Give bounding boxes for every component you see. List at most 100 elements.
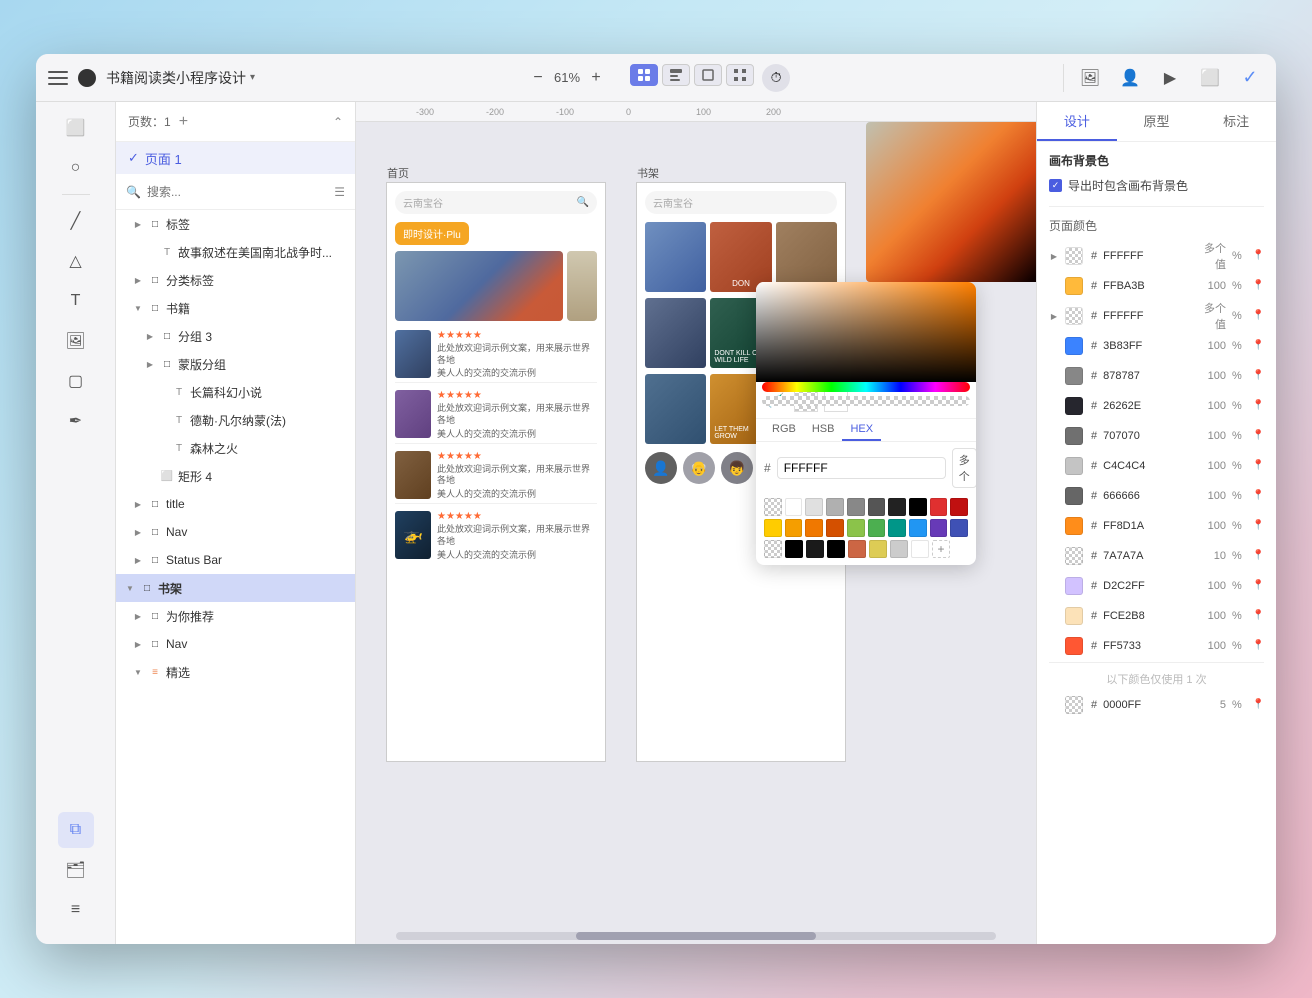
layer-item-statusbar[interactable]: ▶ □ Status Bar [116, 546, 355, 574]
swatch-vdgray[interactable] [888, 498, 906, 516]
swatch-b3[interactable] [827, 540, 845, 558]
swatch-purple[interactable] [930, 519, 948, 537]
pin-icon-6[interactable]: 📍 [1252, 430, 1264, 442]
expand-arrow-2[interactable]: ▶ [1049, 311, 1059, 321]
expand-arrow-13[interactable] [1049, 641, 1059, 651]
view-design-btn[interactable] [630, 64, 658, 86]
layer-item-biaoshu[interactable]: ▶ □ 标签 [116, 210, 355, 238]
export-icon-btn[interactable]: ⬜ [1196, 64, 1224, 92]
user-icon-btn[interactable]: 👤 [1116, 64, 1144, 92]
layer-item-mengban[interactable]: ▶ □ 蒙版分组 [116, 350, 355, 378]
view-mode2-btn[interactable] [662, 64, 690, 86]
pin-icon-13[interactable]: 📍 [1252, 640, 1264, 652]
pin-icon-7[interactable]: 📍 [1252, 460, 1264, 472]
expand-arrow-1[interactable] [1049, 281, 1059, 291]
swatch-amber[interactable] [785, 519, 803, 537]
expand-arrow-6[interactable] [1049, 431, 1059, 441]
pin-icon-3[interactable]: 📍 [1252, 340, 1264, 352]
expand-arrow-5[interactable] [1049, 401, 1059, 411]
swatch-gold[interactable] [869, 540, 887, 558]
swatch-red[interactable] [930, 498, 948, 516]
expand-arrow-used-0[interactable] [1049, 700, 1059, 710]
hex-input[interactable] [777, 457, 946, 479]
pin-icon-11[interactable]: 📍 [1252, 580, 1264, 592]
swatch-gray[interactable] [847, 498, 865, 516]
color-gradient-area[interactable] [756, 282, 976, 382]
layer-item-bookshelf[interactable]: ▼ □ 书架 [116, 574, 355, 602]
layer-item-featured[interactable]: ▼ ≡ 精选 [116, 658, 355, 686]
swatch-rust[interactable] [848, 540, 866, 558]
play-icon-btn[interactable]: ▶ [1156, 64, 1184, 92]
layer-item-category[interactable]: ▶ □ 分类标签 [116, 266, 355, 294]
swatch-t2[interactable] [764, 540, 782, 558]
pin-icon-12[interactable]: 📍 [1252, 610, 1264, 622]
expand-arrow-0[interactable]: ▶ [1049, 251, 1059, 261]
pin-icon-10[interactable]: 📍 [1252, 550, 1264, 562]
expand-arrow-11[interactable] [1049, 581, 1059, 591]
layer-item-recommend[interactable]: ▶ □ 为你推荐 [116, 602, 355, 630]
pin-icon-0[interactable]: 📍 [1252, 250, 1264, 262]
pin-icon-2[interactable]: 📍 [1252, 310, 1264, 322]
layer-item-forest[interactable]: T 森林之火 [116, 434, 355, 462]
triangle-tool-btn[interactable]: △ [58, 243, 94, 279]
layers-btn[interactable]: ⧉ [58, 812, 94, 848]
zoom-in-button[interactable]: + [586, 68, 606, 88]
swatch-dorange[interactable] [826, 519, 844, 537]
swatch-silver[interactable] [890, 540, 908, 558]
pin-icon-5[interactable]: 📍 [1252, 400, 1264, 412]
hamburger-icon[interactable] [48, 71, 68, 85]
canvas-area[interactable]: -300 -200 -100 0 100 200 首页 云南宝谷 🔍 [356, 102, 1036, 944]
swatch-orange[interactable] [805, 519, 823, 537]
layer-item-demu[interactable]: T 德勒·凡尔纳蒙(法) [116, 406, 355, 434]
pen-tool-btn[interactable]: ✒ [58, 403, 94, 439]
text-tool-btn[interactable]: T [58, 283, 94, 319]
layer-item-nav[interactable]: ▶ □ Nav [116, 518, 355, 546]
add-swatch-btn[interactable]: + [932, 540, 950, 558]
zoom-out-button[interactable]: − [528, 68, 548, 88]
layer-item-books[interactable]: ▼ □ 书籍 [116, 294, 355, 322]
pin-icon-used-0[interactable]: 📍 [1252, 699, 1264, 711]
prototype-button[interactable]: ⏱ [762, 64, 790, 92]
add-page-btn[interactable]: + [179, 113, 188, 131]
line-tool-btn[interactable]: ╱ [58, 203, 94, 239]
swatch-lgreen[interactable] [847, 519, 865, 537]
layer-item-story[interactable]: T 故事叙述在美国南北战争时... [116, 238, 355, 266]
layer-item-group3[interactable]: ▶ □ 分组 3 [116, 322, 355, 350]
swatch-green[interactable] [868, 519, 886, 537]
layer-item-nav2[interactable]: ▶ □ Nav [116, 630, 355, 658]
image-tool-btn[interactable]: 🖼 [58, 323, 94, 359]
collapse-btn[interactable]: ⌃ [333, 115, 343, 129]
pin-icon-8[interactable]: 📍 [1252, 490, 1264, 502]
swatch-mgray[interactable] [826, 498, 844, 516]
expand-arrow-10[interactable] [1049, 551, 1059, 561]
rgb-tab[interactable]: RGB [764, 419, 804, 441]
layer-item-rect4[interactable]: ⬜ 矩形 4 [116, 462, 355, 490]
page1-item[interactable]: ✓ 页面 1 [116, 142, 355, 174]
expand-arrow-8[interactable] [1049, 491, 1059, 501]
view-mode4-btn[interactable] [726, 64, 754, 86]
expand-arrow-3[interactable] [1049, 341, 1059, 351]
tab-prototype[interactable]: 原型 [1117, 102, 1197, 141]
swatch-b1[interactable] [785, 540, 803, 558]
multi-btn[interactable]: 多个 [952, 448, 976, 488]
export-checkbox[interactable]: ✓ [1049, 179, 1062, 192]
expand-arrow-7[interactable] [1049, 461, 1059, 471]
rect-tool-btn[interactable]: ▢ [58, 363, 94, 399]
pin-icon-4[interactable]: 📍 [1252, 370, 1264, 382]
swatch-indigo[interactable] [950, 519, 968, 537]
layer-item-sci[interactable]: T 长篇科幻小说 [116, 378, 355, 406]
swatch-white[interactable] [785, 498, 803, 516]
swatch-yellow[interactable] [764, 519, 782, 537]
swatch-lgray[interactable] [805, 498, 823, 516]
swatch-black[interactable] [909, 498, 927, 516]
move-tool-btn[interactable]: ⬜ [58, 110, 94, 146]
swatch-w2[interactable] [911, 540, 929, 558]
view-mode3-btn[interactable] [694, 64, 722, 86]
swatch-blue[interactable] [909, 519, 927, 537]
filter-icon[interactable]: ☰ [334, 185, 345, 199]
assets-btn[interactable]: 🗂 [58, 852, 94, 888]
layer-item-title[interactable]: ▶ □ title [116, 490, 355, 518]
publish-btn[interactable]: ✓ [1236, 64, 1264, 92]
pin-icon-1[interactable]: 📍 [1252, 280, 1264, 292]
swatch-dred[interactable] [950, 498, 968, 516]
